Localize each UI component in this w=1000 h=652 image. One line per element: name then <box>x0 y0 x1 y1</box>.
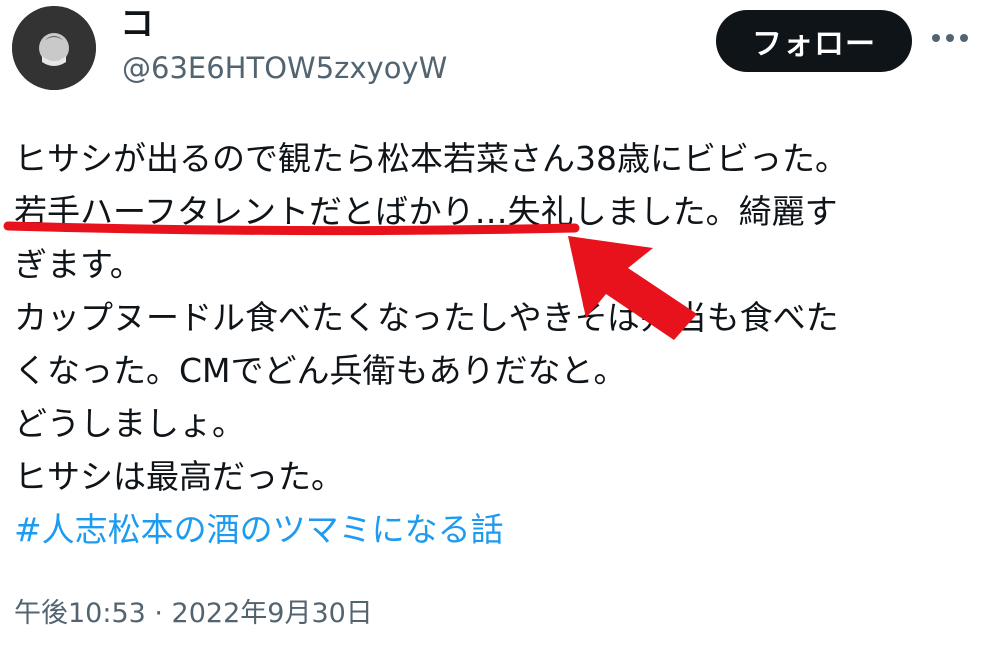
display-name[interactable]: コ <box>120 2 154 46</box>
tweet-line: どうしましょ。 <box>14 404 245 443</box>
tweet-line: くなった。CMでどん兵衛もありだなと。 <box>14 351 627 390</box>
tweet-line: カップヌードル食べたくなったしやきそば弁当も食べた <box>14 298 839 337</box>
avatar-icon <box>12 6 96 90</box>
tweet-timestamp[interactable]: 午後10:53 · 2022年9月30日 <box>14 594 373 634</box>
tweet-line: ヒサシは最高だった。 <box>14 457 344 496</box>
hashtag-link[interactable]: #人志松本の酒のツマミになる話 <box>14 503 964 556</box>
tweet-line: ぎます。 <box>14 245 143 284</box>
tweet-line: ヒサシが出るので観たら松本若菜さん38歳にビビった。 <box>14 139 848 178</box>
tweet-line: 若手ハーフタレントだとばかり…失礼しました。綺麗す <box>14 192 838 231</box>
avatar[interactable] <box>12 6 96 90</box>
user-handle[interactable]: @63E6HTOW5zxyoyW <box>122 50 447 86</box>
more-icon <box>932 34 968 42</box>
tweet-text: ヒサシが出るので観たら松本若菜さん38歳にビビった。 若手ハーフタレントだとばか… <box>14 132 964 556</box>
follow-button[interactable]: フォロー <box>716 10 912 72</box>
more-button[interactable] <box>928 16 972 60</box>
